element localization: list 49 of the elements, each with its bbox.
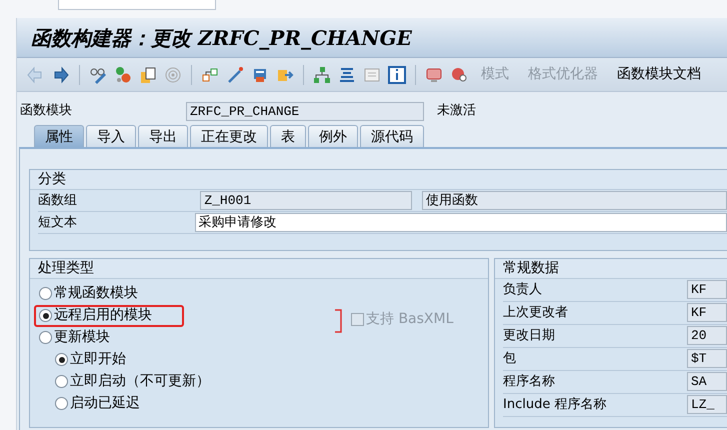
copy-icon[interactable] <box>139 66 157 84</box>
forward-icon[interactable] <box>52 66 70 84</box>
input-field[interactable]: 20 <box>687 326 727 345</box>
field-label: 程序名称 <box>503 372 556 391</box>
input-field[interactable]: KF <box>687 303 727 322</box>
field-label: 包 <box>503 350 517 368</box>
input-field[interactable]: Z_H001 <box>200 191 412 210</box>
radio-option[interactable]: 立即启动（不可更新） <box>52 370 213 392</box>
wand-icon[interactable] <box>226 66 244 84</box>
field-label: 更改日期 <box>503 326 556 345</box>
field-label: 上次更改者 <box>503 304 569 322</box>
radio-option[interactable]: 立即开始 <box>52 348 129 370</box>
structure-icon[interactable] <box>201 66 219 84</box>
tab[interactable]: 导出 <box>138 125 188 147</box>
group-title: 处理类型 <box>30 258 488 278</box>
status-text: 未激活 <box>437 102 476 120</box>
tab[interactable]: 表 <box>270 125 306 147</box>
bracket-icon <box>334 308 342 332</box>
dots-icon[interactable] <box>114 66 132 84</box>
tab[interactable]: 例外 <box>308 125 358 147</box>
stop-search-icon[interactable] <box>450 66 468 84</box>
radio-option[interactable]: 远程启用的模块 <box>34 304 184 326</box>
field-label: 函数模块 <box>20 102 73 120</box>
align-icon[interactable] <box>338 66 356 84</box>
toolbar-button[interactable]: 函数模块文档 <box>611 64 707 85</box>
field-label: 函数组 <box>38 192 78 210</box>
input-field[interactable]: SA <box>687 372 727 391</box>
glasses-pencil-icon[interactable] <box>89 66 107 84</box>
tab[interactable]: 属性 <box>34 125 84 147</box>
radio-option[interactable]: 启动已延迟 <box>52 392 143 414</box>
group-title: 分类 <box>30 170 727 190</box>
tab[interactable]: 源代码 <box>360 125 424 147</box>
field-label: Include 程序名称 <box>503 396 608 414</box>
input-field[interactable]: 使用函数 <box>422 191 727 210</box>
tab[interactable]: 正在更改 <box>190 125 268 147</box>
radio-option[interactable]: 更新模块 <box>36 326 113 348</box>
tab[interactable]: 导入 <box>86 125 136 147</box>
input-field[interactable]: 采购申请修改 <box>194 213 727 232</box>
input-field[interactable]: LZ_ <box>687 395 727 414</box>
monitor-icon[interactable] <box>425 66 443 84</box>
input-field[interactable]: KF <box>687 280 727 299</box>
hierarchy-icon[interactable] <box>313 66 331 84</box>
group-title: 常规数据 <box>495 258 727 278</box>
radio-option[interactable]: 常规函数模块 <box>36 282 141 304</box>
field-label: 短文本 <box>38 214 78 232</box>
info-icon[interactable] <box>388 66 406 84</box>
input-field[interactable]: $T <box>687 349 727 368</box>
input-field[interactable]: ZRFC_PR_CHANGE <box>186 102 424 120</box>
field-label: 负责人 <box>503 280 543 299</box>
